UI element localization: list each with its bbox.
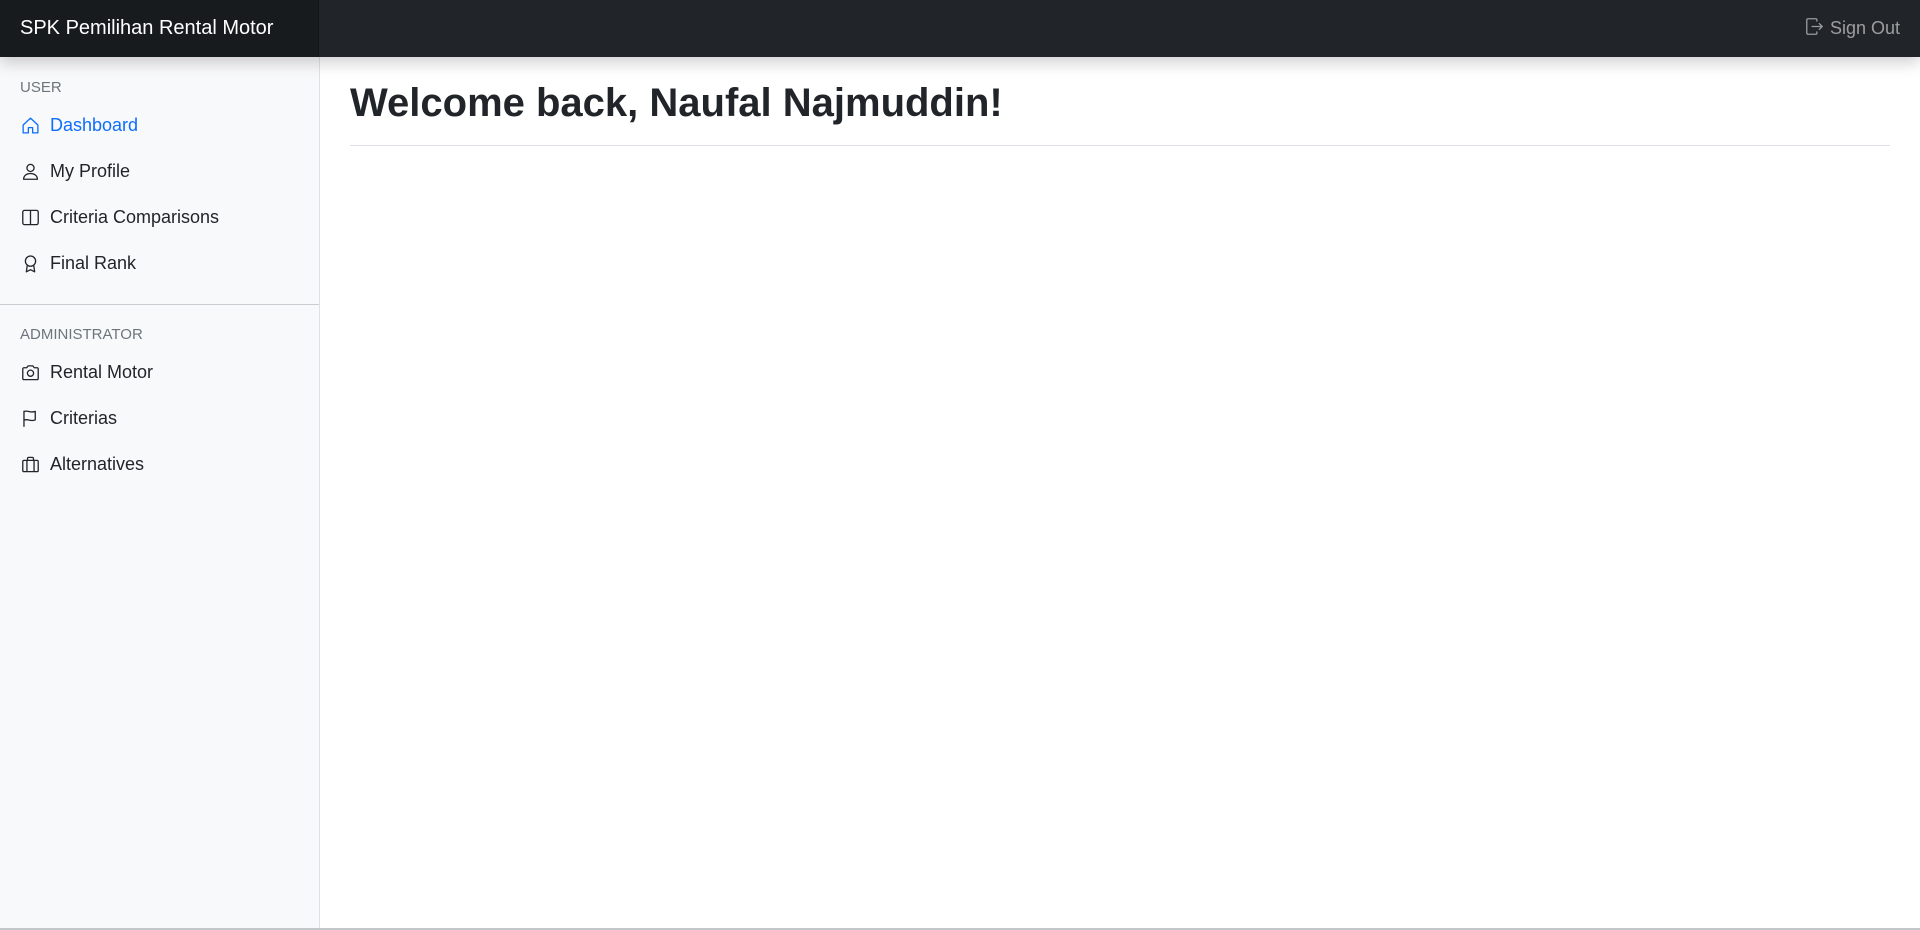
main-content: Welcome back, Naufal Najmuddin!	[321, 57, 1920, 928]
box-arrow-right-icon	[1805, 17, 1824, 41]
layout-split-icon	[20, 207, 40, 227]
sidebar-item-label: My Profile	[50, 160, 131, 181]
person-icon	[20, 161, 40, 181]
sidebar-item-label: Dashboard	[50, 114, 139, 135]
brand-link[interactable]: SPK Pemilihan Rental Motor	[0, 0, 319, 57]
sidebar-item-dashboard[interactable]: Dashboard	[0, 102, 319, 148]
sidebar-item-label: Rental Motor	[50, 361, 154, 382]
sidebar: USER Dashboard My Profile Criteria Compa…	[0, 57, 320, 928]
sidebar-item-rental-motor[interactable]: Rental Motor	[0, 349, 319, 395]
sign-out-label: Sign Out	[1829, 18, 1900, 38]
sidebar-item-final-rank[interactable]: Final Rank	[0, 240, 319, 286]
section-heading-user: USER	[20, 79, 62, 96]
sidebar-item-criterias[interactable]: Criterias	[0, 395, 319, 441]
page-title: Welcome back, Naufal Najmuddin!	[350, 79, 1890, 146]
sidebar-item-alternatives[interactable]: Alternatives	[0, 441, 319, 487]
sign-out-button[interactable]: Sign Out	[1805, 0, 1900, 57]
award-icon	[20, 253, 40, 273]
sidebar-item-label: Final Rank	[50, 252, 137, 273]
house-icon	[20, 115, 40, 135]
flag-icon	[20, 408, 40, 428]
briefcase-icon	[20, 454, 40, 474]
section-heading-administrator: ADMINISTRATOR	[20, 326, 143, 343]
camera-icon	[20, 362, 40, 382]
sidebar-item-label: Alternatives	[50, 453, 145, 474]
sidebar-item-my-profile[interactable]: My Profile	[0, 148, 319, 194]
sidebar-item-label: Criteria Comparisons	[50, 206, 220, 227]
sidebar-item-criteria-comparisons[interactable]: Criteria Comparisons	[0, 194, 319, 240]
sidebar-item-label: Criterias	[50, 407, 118, 428]
top-navbar: SPK Pemilihan Rental Motor Sign Out	[0, 0, 1920, 57]
